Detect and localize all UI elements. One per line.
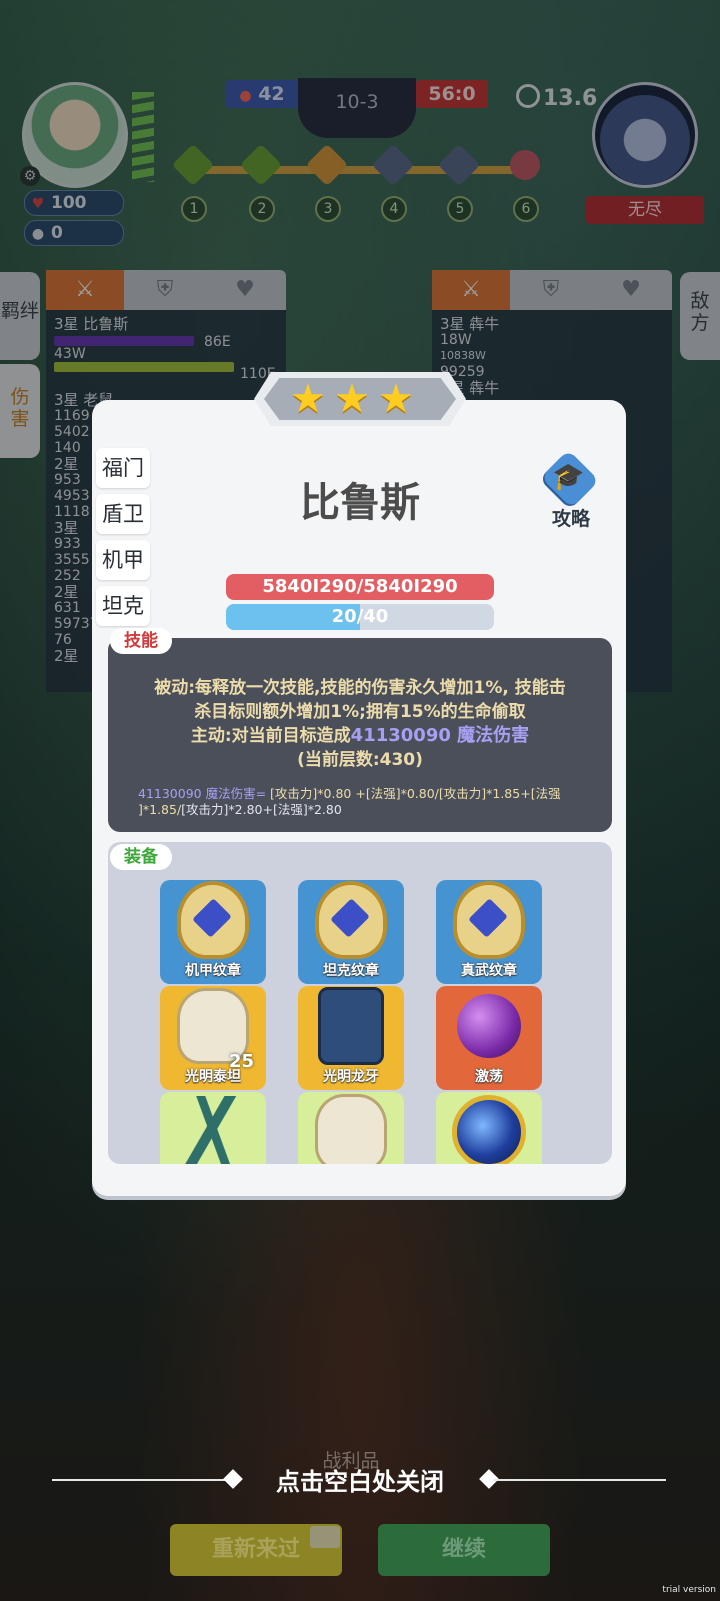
globe-icon	[452, 1095, 526, 1164]
star-icon: ★	[334, 376, 370, 422]
guide-label: 攻略	[551, 508, 590, 530]
skill-label: 技能	[110, 628, 172, 654]
guide-button[interactable]: 🎓 攻略	[536, 449, 606, 534]
skill-description: 被动:每释放一次技能,技能的伤害永久增加1%, 技能击 杀目标则额外增加1%;拥…	[154, 678, 566, 770]
star-icon: ★	[378, 376, 414, 422]
mana-text: 20/40	[331, 606, 389, 627]
watermark: trial version	[662, 1585, 716, 1595]
equipment-card[interactable]: 光明龙牙	[298, 986, 404, 1090]
orb-icon	[457, 994, 521, 1058]
equipment-card[interactable]	[298, 1092, 404, 1164]
equipment-card[interactable]	[160, 1092, 266, 1164]
continue-button[interactable]: 继续	[378, 1524, 550, 1576]
emblem-icon	[177, 881, 249, 959]
trait-tab-dunwei[interactable]: 盾卫	[96, 494, 150, 534]
damage-formula: 41130090 魔法伤害= [攻击力]*0.80 +[法强]*0.80/[攻击…	[138, 786, 561, 817]
equipment-card[interactable]	[436, 1092, 542, 1164]
graduation-cap-icon: 🎓	[552, 462, 585, 492]
emblem-icon	[315, 881, 387, 959]
trait-tab-jijia[interactable]: 机甲	[96, 540, 150, 580]
armor-icon	[315, 1094, 387, 1164]
equipment-card[interactable]: 坦克纹章	[298, 880, 404, 984]
vest-icon	[318, 987, 384, 1065]
emblem-icon	[453, 881, 525, 959]
equipment-section: 机甲纹章 坦克纹章 真武纹章 25 光明泰坦 光明龙牙 激荡	[108, 842, 612, 1164]
equipment-card[interactable]: 机甲纹章	[160, 880, 266, 984]
video-icon	[310, 1526, 340, 1548]
equipment-card[interactable]: 25 光明泰坦	[160, 986, 266, 1090]
blade-icon	[185, 1096, 241, 1164]
equipment-label: 装备	[110, 844, 172, 870]
hero-name: 比鲁斯	[300, 480, 420, 526]
trait-tab-tanke[interactable]: 坦克	[96, 586, 150, 626]
equipment-card[interactable]: 激荡	[436, 986, 542, 1090]
equipment-card[interactable]: 真武纹章	[436, 880, 542, 984]
star-icon: ★	[290, 376, 326, 422]
close-hint: 点击空白处关闭	[276, 1468, 444, 1496]
hp-bar: 5840I290/5840I290	[226, 574, 494, 600]
trait-tab-fumen[interactable]: 福门	[96, 448, 150, 488]
mana-bar: 20/40	[226, 604, 494, 630]
